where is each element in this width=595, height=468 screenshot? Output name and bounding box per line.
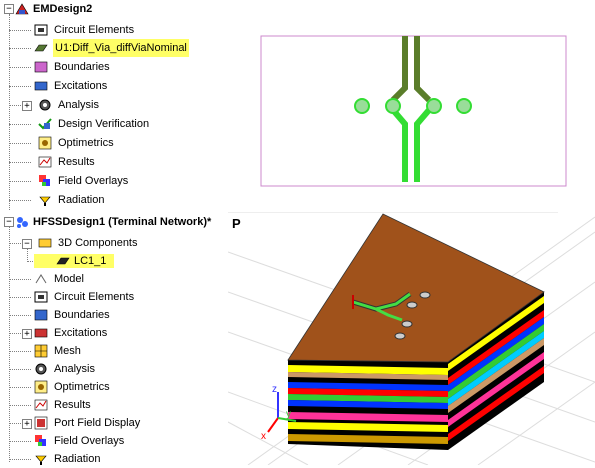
component-icon [34,44,48,52]
optimetrics-icon [38,136,52,150]
radiation-icon [39,196,51,206]
top-project-tree: − EMDesign2 Circuit Elements U1:Diff_Via… [0,0,228,210]
field-overlays-icon [39,175,50,186]
pad [354,98,370,114]
excitations-icon [34,81,48,91]
3d-canvas: z x y [228,212,595,465]
layer-stack-front [288,360,448,450]
circuit-elements-icon [34,24,48,36]
layout-view[interactable] [228,0,595,210]
boundaries-icon [34,61,48,73]
layout-canvas [260,35,567,187]
analysis-gear-icon [39,99,51,111]
mesh-icon [34,344,48,358]
component-icon [56,257,70,265]
design-verification-icon [38,118,52,130]
trace-left-top [390,36,408,103]
results-icon [34,399,48,411]
model-icon [35,274,47,284]
expand-toggle[interactable]: + [22,329,32,339]
expand-toggle[interactable]: + [22,419,32,429]
pad [426,98,442,114]
hfss-design-icon [17,217,28,228]
field-overlays-icon [35,435,46,446]
collapse-toggle[interactable]: − [4,4,14,14]
design-icon [15,3,29,15]
pad [456,98,472,114]
axis-label-x: x [261,431,266,442]
optimetrics-icon [34,380,48,394]
clipped-label: P [232,216,241,231]
trace-right-bottom [414,108,432,182]
3d-model-view[interactable]: z x y [228,212,595,465]
bottom-project-tree: − HFSSDesign1 (Terminal Network)* − 3D C… [0,212,228,465]
port-field-display-icon [34,416,48,430]
trace-left-bottom [390,108,408,182]
trace-right-top [414,36,432,103]
axis-label-z: z [272,384,277,395]
expand-toggle[interactable]: + [22,101,32,111]
analysis-gear-icon [35,363,47,375]
circuit-elements-icon [34,291,48,303]
pad [385,98,401,114]
results-icon [38,156,52,168]
board-outline [260,35,567,187]
boundaries-icon [34,309,48,321]
radiation-icon [35,455,47,465]
collapse-toggle[interactable]: − [4,217,14,227]
3d-components-icon [38,238,52,248]
axis-label-y: y [286,409,291,420]
excitations-icon [34,328,48,338]
